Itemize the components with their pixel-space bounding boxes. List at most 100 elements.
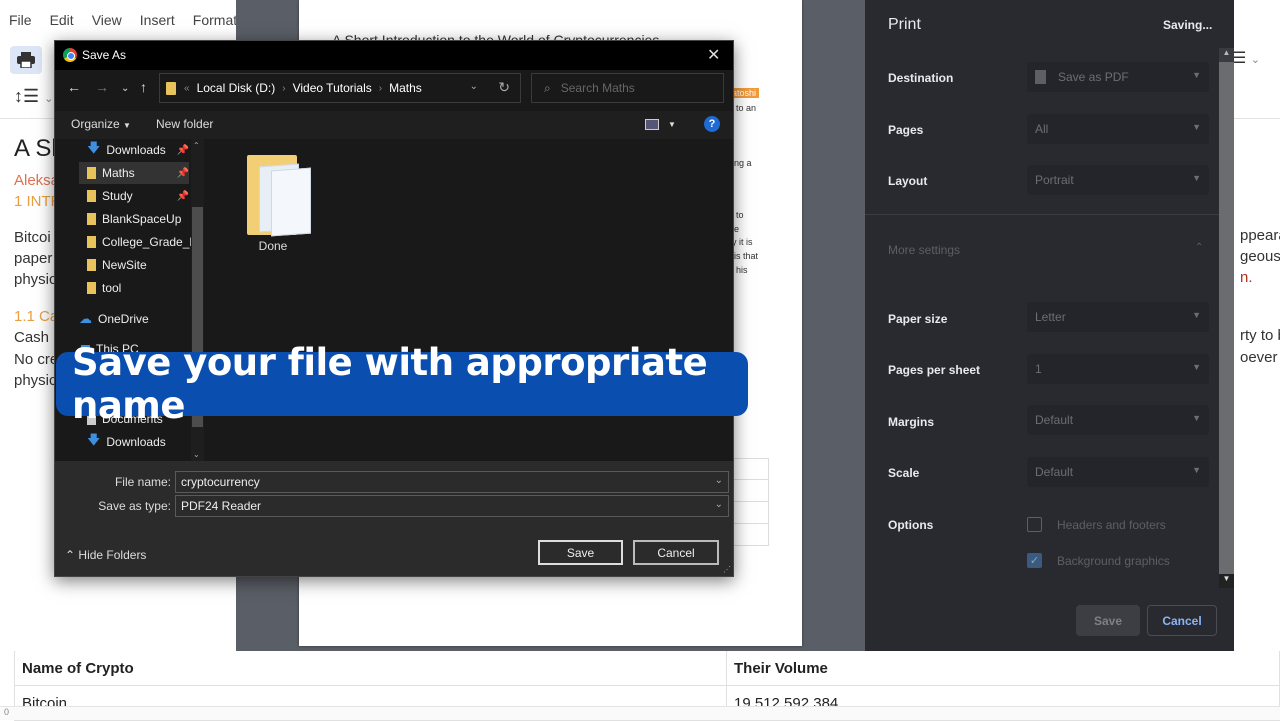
nav-item-onedrive[interactable]: ☁ OneDrive bbox=[71, 308, 181, 330]
back-arrow-icon[interactable]: ← bbox=[67, 79, 81, 95]
search-input[interactable]: ⌕ Search Maths bbox=[531, 73, 724, 103]
headers-footers-label: Headers and footers bbox=[1057, 518, 1166, 532]
chrome-icon bbox=[63, 48, 77, 62]
folder-icon bbox=[166, 81, 176, 95]
print-button[interactable] bbox=[10, 46, 42, 74]
nav-item-label: Study bbox=[102, 189, 133, 203]
help-icon[interactable]: ? bbox=[704, 116, 720, 132]
breadcrumb-item[interactable]: Video Tutorials bbox=[293, 81, 372, 95]
breadcrumb-item[interactable]: Maths bbox=[389, 81, 422, 95]
caret-down-icon[interactable]: ▼ bbox=[668, 120, 676, 129]
scale-value: Default bbox=[1035, 465, 1074, 479]
chevron-up-icon[interactable]: ⌃ bbox=[1195, 242, 1203, 253]
recent-locations-icon[interactable]: ⌄ bbox=[121, 83, 129, 94]
panel-scrollbar[interactable]: ▲ ▼ bbox=[1219, 48, 1234, 588]
nav-item-study[interactable]: Study 📌 bbox=[79, 185, 189, 207]
layout-select[interactable]: Portrait ▼ bbox=[1027, 165, 1209, 195]
breadcrumb-separator: « bbox=[184, 82, 190, 94]
dialog-cancel-button[interactable]: Cancel bbox=[633, 540, 719, 565]
doc-heading-2: 1.1 Ca bbox=[14, 308, 59, 325]
paper-size-select[interactable]: Letter ▼ bbox=[1027, 302, 1209, 332]
file-name-input[interactable]: cryptocurrency ⌄ bbox=[175, 471, 729, 493]
chevron-down-icon: ▼ bbox=[1192, 362, 1201, 372]
pages-select[interactable]: All ▼ bbox=[1027, 114, 1209, 144]
nav-item-tool[interactable]: tool bbox=[79, 277, 189, 299]
pages-per-sheet-select[interactable]: 1 ▼ bbox=[1027, 354, 1209, 384]
doc-right-fragment: rty to b bbox=[1240, 327, 1280, 344]
scale-select[interactable]: Default ▼ bbox=[1027, 457, 1209, 487]
doc-para-line: physic bbox=[14, 271, 57, 288]
save-type-select[interactable]: PDF24 Reader ⌄ bbox=[175, 495, 729, 517]
nav-item-label: Downloads bbox=[106, 143, 166, 157]
dialog-titlebar[interactable]: Save As ✕ bbox=[55, 41, 733, 70]
nav-item-blankspaceup[interactable]: BlankSpaceUp bbox=[79, 208, 189, 230]
search-placeholder: Search Maths bbox=[560, 81, 635, 95]
line-spacing-icon[interactable]: ↕☰ ⌄ bbox=[14, 86, 53, 107]
headers-footers-checkbox[interactable] bbox=[1027, 517, 1042, 532]
chevron-down-icon: ▼ bbox=[1192, 310, 1201, 320]
scroll-up-icon[interactable]: ▲ bbox=[1219, 48, 1234, 62]
preview-text: his bbox=[736, 265, 748, 275]
nav-item-label: College_Grade_F bbox=[102, 235, 197, 249]
printer-icon bbox=[17, 52, 35, 68]
background-graphics-checkbox[interactable]: ✓ bbox=[1027, 553, 1042, 568]
numbered-list-icon[interactable]: ☰ ⌄ bbox=[1232, 48, 1260, 68]
menu-file[interactable]: File bbox=[0, 8, 41, 32]
chevron-down-icon: ▼ bbox=[1192, 70, 1201, 80]
doc-right-fragment: ppeara bbox=[1240, 227, 1280, 244]
pages-label: Pages bbox=[888, 123, 924, 137]
chevron-down-icon[interactable]: ⌄ bbox=[470, 81, 478, 92]
dialog-save-button[interactable]: Save bbox=[538, 540, 623, 565]
menu-insert[interactable]: Insert bbox=[131, 8, 184, 32]
print-cancel-button[interactable]: Cancel bbox=[1147, 605, 1217, 636]
nav-item-downloads[interactable]: 🡇 Downloads 📌 bbox=[79, 139, 189, 161]
scroll-down-icon[interactable]: ⌄ bbox=[193, 450, 200, 459]
download-icon: 🡇 bbox=[87, 140, 101, 155]
doc-para-line: Bitcoi bbox=[14, 229, 51, 246]
print-title: Print bbox=[888, 16, 921, 33]
resize-grip-icon[interactable]: ⋰ bbox=[723, 565, 731, 574]
chevron-down-icon[interactable]: ⌄ bbox=[715, 499, 723, 510]
organize-button[interactable]: Organize ▼ bbox=[71, 117, 131, 131]
tutorial-caption: Save your file with appropriate name bbox=[56, 341, 748, 427]
preview-text: is that bbox=[734, 251, 759, 261]
preview-text: to bbox=[736, 210, 744, 220]
file-item-done[interactable]: Done bbox=[235, 155, 311, 253]
more-settings-toggle[interactable]: More settings bbox=[888, 243, 960, 257]
pin-icon: 📌 bbox=[176, 167, 189, 179]
menu-bar: File Edit View Insert Format bbox=[0, 8, 246, 32]
panel-divider bbox=[865, 214, 1219, 215]
doc-para-line: paper bbox=[14, 250, 53, 267]
nav-item-college-grade[interactable]: College_Grade_F bbox=[79, 231, 197, 253]
address-bar[interactable]: « Local Disk (D:) › Video Tutorials › Ma… bbox=[159, 73, 521, 103]
new-folder-button[interactable]: New folder bbox=[156, 117, 213, 131]
print-save-button[interactable]: Save bbox=[1076, 605, 1140, 636]
scroll-down-icon[interactable]: ▼ bbox=[1219, 574, 1234, 588]
forward-arrow-icon[interactable]: → bbox=[95, 79, 109, 95]
nav-item-downloads-pc[interactable]: 🡇 Downloads bbox=[79, 431, 189, 453]
nav-item-label: OneDrive bbox=[98, 312, 149, 326]
menu-view[interactable]: View bbox=[83, 8, 131, 32]
up-arrow-icon[interactable]: ↑ bbox=[140, 79, 147, 95]
doc-right-fragment: geous c bbox=[1240, 248, 1280, 265]
scroll-up-icon[interactable]: ⌃ bbox=[193, 141, 200, 150]
hide-folders-button[interactable]: ⌃ Hide Folders bbox=[65, 548, 146, 562]
nav-item-maths[interactable]: Maths 📌 bbox=[79, 162, 189, 184]
nav-item-label: Maths bbox=[102, 166, 135, 180]
preview-text: ng a bbox=[734, 158, 752, 168]
nav-item-newsite[interactable]: NewSite bbox=[79, 254, 189, 276]
save-type-label: Save as type: bbox=[98, 499, 171, 513]
refresh-icon[interactable]: ↻ bbox=[498, 79, 510, 96]
menu-edit[interactable]: Edit bbox=[41, 8, 83, 32]
view-options-icon[interactable] bbox=[645, 119, 659, 130]
preview-text: to an bbox=[736, 103, 757, 113]
nav-item-label: Downloads bbox=[106, 435, 166, 449]
margins-select[interactable]: Default ▼ bbox=[1027, 405, 1209, 435]
chevron-down-icon[interactable]: ⌄ bbox=[715, 475, 723, 486]
folder-icon bbox=[87, 282, 96, 294]
breadcrumb-item[interactable]: Local Disk (D:) bbox=[197, 81, 276, 95]
destination-select[interactable]: Save as PDF ▼ bbox=[1027, 62, 1209, 92]
close-icon[interactable]: ✕ bbox=[707, 45, 720, 65]
breadcrumb-separator: › bbox=[378, 82, 383, 94]
folder-icon bbox=[87, 236, 96, 248]
